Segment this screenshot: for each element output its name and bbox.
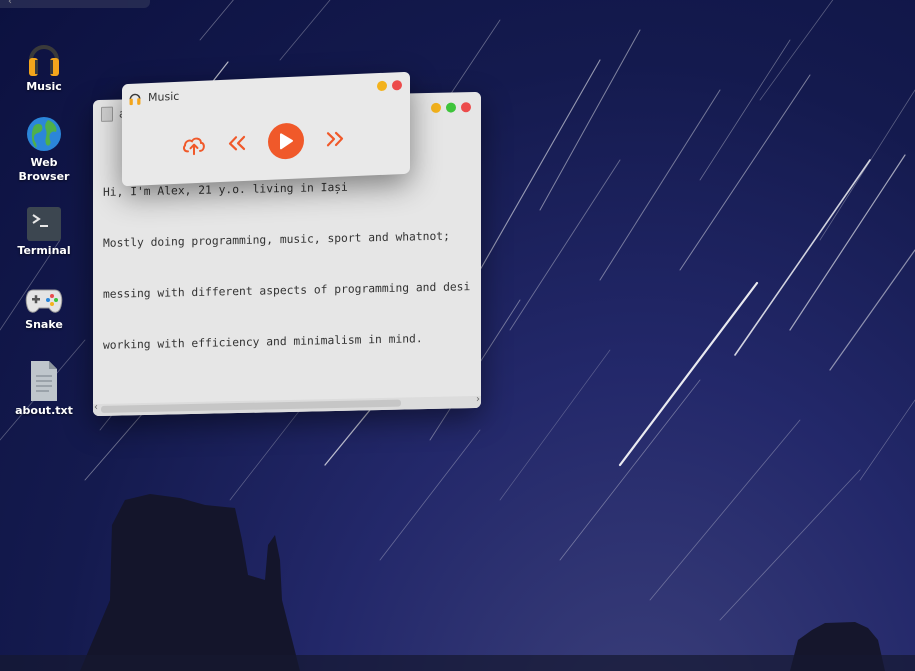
rewind-icon[interactable] xyxy=(228,135,246,152)
scroll-right-icon[interactable]: › xyxy=(476,394,480,405)
music-title: Music xyxy=(148,89,180,104)
minimize-button[interactable] xyxy=(377,80,387,92)
minimize-button[interactable] xyxy=(431,102,441,113)
desktop-icon-terminal[interactable]: Terminal xyxy=(14,206,74,258)
fast-forward-icon[interactable] xyxy=(326,131,344,148)
window-controls xyxy=(431,102,471,113)
close-button[interactable] xyxy=(461,102,471,113)
desktop-icon-label: Web Browser xyxy=(18,156,70,183)
globe-icon xyxy=(27,117,61,151)
text-line: Mostly doing programming, music, sport a… xyxy=(103,229,450,250)
top-bar: ‹ xyxy=(0,0,150,8)
desktop-icon-label: about.txt xyxy=(15,404,73,417)
scroll-left-icon[interactable]: ‹ xyxy=(94,402,98,413)
playback-controls xyxy=(182,121,344,164)
text-line: messing with different aspects of progra… xyxy=(103,280,471,301)
upload-icon[interactable] xyxy=(182,134,206,157)
desktop-icon-about[interactable]: about.txt xyxy=(14,360,74,418)
headphones-icon xyxy=(129,93,141,106)
desktop-icon-music[interactable]: Music xyxy=(14,34,74,94)
play-button[interactable] xyxy=(268,122,304,160)
headphones-icon xyxy=(29,45,59,76)
desktop-icon-label: Snake xyxy=(25,318,63,331)
document-icon xyxy=(101,106,113,122)
desktop-icon-snake[interactable]: Snake xyxy=(14,286,74,332)
play-icon xyxy=(280,133,293,150)
desktop-icon-label: Terminal xyxy=(17,244,71,257)
text-line: working with efficiency and minimalism i… xyxy=(103,332,423,352)
gamepad-icon xyxy=(25,289,63,313)
close-button[interactable] xyxy=(392,80,402,91)
desktop-icon-label: Music xyxy=(26,80,62,93)
music-player-window[interactable]: Music xyxy=(122,71,410,187)
chevron-left-icon[interactable]: ‹ xyxy=(8,0,12,7)
window-controls xyxy=(377,80,402,92)
maximize-button[interactable] xyxy=(446,102,456,113)
text-file-icon xyxy=(31,361,57,401)
desktop-icon-web-browser[interactable]: Web Browser xyxy=(14,114,74,184)
terminal-icon xyxy=(27,207,61,241)
